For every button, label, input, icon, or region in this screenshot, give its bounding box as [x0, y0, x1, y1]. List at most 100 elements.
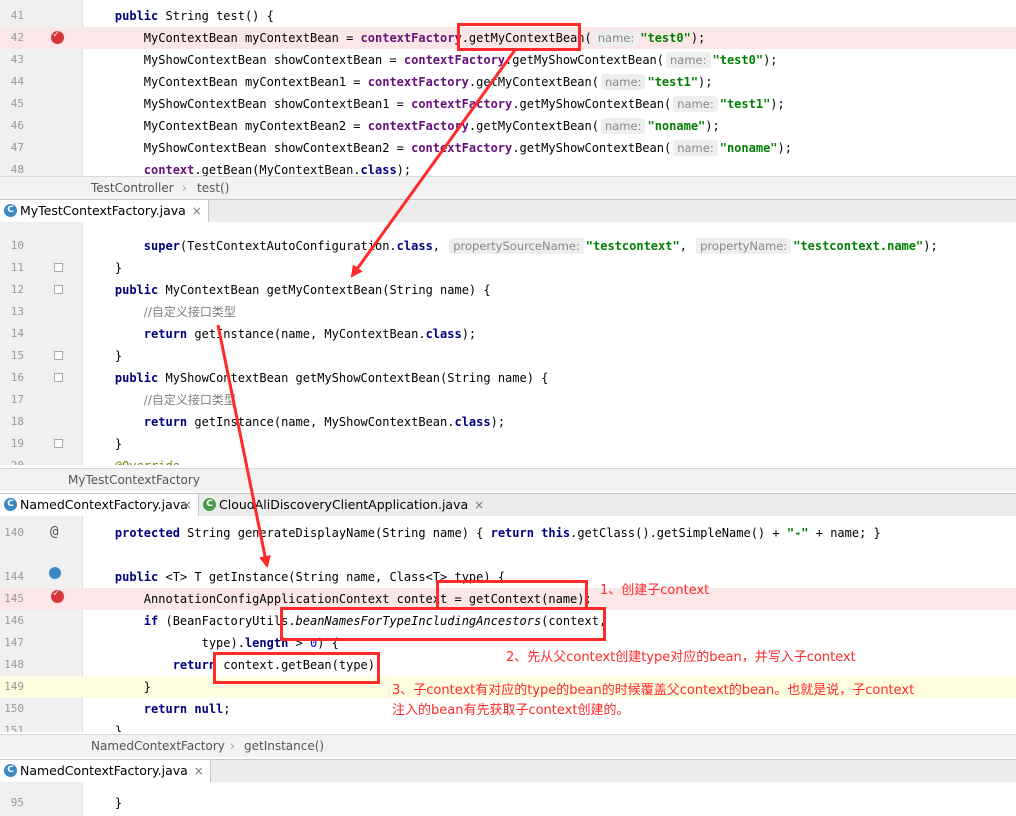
highlight-box-getcontext — [436, 580, 588, 610]
editor-tab-bar: C NamedContextFactory.java × C CloudAliD… — [0, 493, 1016, 517]
code-line[interactable]: 47 MyShowContextBean showContextBean2 = … — [0, 137, 1016, 159]
implementing-method-icon[interactable] — [49, 567, 61, 579]
annotation-step-2: 2、先从父context创建type对应的bean，并写入子context — [506, 650, 856, 665]
code-text: return getInstance(name, MyShowContextBe… — [143, 415, 506, 429]
tab-label: MyTestContextFactory.java — [20, 203, 186, 218]
breadcrumb: MyTestContextFactory — [0, 468, 1016, 491]
breadcrumb-item-method[interactable]: getInstance() — [244, 735, 324, 757]
line-number: 148 — [4, 658, 24, 671]
breadcrumb-item-class[interactable]: NamedContextFactory — [91, 735, 225, 757]
fold-icon[interactable] — [54, 351, 63, 360]
line-number: 151 — [4, 724, 24, 732]
highlight-box-beannames-ancestors — [280, 607, 606, 641]
code-line[interactable]: 20 @Override — [0, 455, 1016, 465]
code-text: //自定义接口类型 — [143, 393, 236, 407]
code-line[interactable]: 15 } — [0, 345, 1016, 367]
code-line[interactable] — [0, 544, 1016, 566]
editor-pane-my-test-context-factory: 10 super(TestContextAutoConfiguration.cl… — [0, 222, 1016, 465]
code-text: } — [86, 437, 123, 451]
code-text: MyContextBean myContextBean2 = contextFa… — [86, 118, 720, 134]
code-line[interactable]: 151 } — [0, 720, 1016, 732]
chevron-right-icon: › — [230, 739, 235, 753]
line-number: 41 — [10, 9, 24, 22]
line-number: 140 — [4, 526, 24, 539]
code-text: MyContextBean myContextBean = contextFac… — [86, 30, 706, 46]
line-number: 47 — [10, 141, 24, 154]
line-number: 15 — [10, 349, 24, 362]
annotation-step-1: 1、创建子context — [600, 583, 710, 598]
code-text: MyShowContextBean showContextBean2 = con… — [86, 140, 792, 156]
line-number: 150 — [4, 702, 24, 715]
tab-named-context-factory[interactable]: C NamedContextFactory.java × — [0, 494, 199, 516]
line-number: 44 — [10, 75, 24, 88]
tab-cloud-ali-discovery-client-application[interactable]: C CloudAliDiscoveryClientApplication.jav… — [199, 494, 490, 516]
highlight-box-getbean — [213, 652, 380, 684]
code-line[interactable]: 18 return getInstance(name, MyShowContex… — [0, 411, 1016, 433]
breadcrumb: TestController › test() — [0, 176, 1016, 199]
override-icon[interactable]: @ — [50, 524, 58, 540]
line-number: 17 — [10, 393, 24, 406]
code-line[interactable]: 10 super(TestContextAutoConfiguration.cl… — [0, 235, 1016, 257]
line-number: 48 — [10, 163, 24, 176]
code-line[interactable]: 12 public MyContextBean getMyContextBean… — [0, 279, 1016, 301]
code-line[interactable]: 14 return getInstance(name, MyContextBea… — [0, 323, 1016, 345]
class-icon: C — [4, 764, 17, 777]
code-line[interactable]: 48 context.getBean(MyContextBean.class); — [0, 159, 1016, 176]
code-text: return getInstance(name, MyContextBean.c… — [143, 327, 477, 341]
line-number: 145 — [4, 592, 24, 605]
breadcrumb-item-class[interactable]: MyTestContextFactory — [68, 469, 200, 491]
code-line[interactable]: 44 MyContextBean myContextBean1 = contex… — [0, 71, 1016, 93]
breadcrumb: NamedContextFactory › getInstance() — [0, 734, 1016, 757]
code-line[interactable]: 45 MyShowContextBean showContextBean1 = … — [0, 93, 1016, 115]
code-text: public String test() { — [114, 9, 274, 23]
close-icon[interactable]: × — [194, 760, 204, 782]
code-line[interactable]: 46 MyContextBean myContextBean2 = contex… — [0, 115, 1016, 137]
code-text: } — [86, 261, 123, 275]
code-text: //自定义接口类型 — [143, 305, 236, 319]
code-line[interactable]: 140 protected String generateDisplayName… — [0, 522, 1016, 544]
line-number: 46 — [10, 119, 24, 132]
highlight-box-getmycontextbean-call — [457, 23, 581, 51]
code-line[interactable]: 11 } — [0, 257, 1016, 279]
code-line[interactable]: 17 //自定义接口类型 — [0, 389, 1016, 411]
tab-label: NamedContextFactory.java — [20, 497, 188, 512]
tab-my-test-context-factory[interactable]: C MyTestContextFactory.java × — [0, 200, 209, 222]
close-icon[interactable]: × — [192, 200, 202, 222]
code-text: super(TestContextAutoConfiguration.class… — [143, 238, 938, 254]
close-icon[interactable]: × — [182, 494, 192, 516]
editor-tab-bar: C MyTestContextFactory.java × — [0, 199, 1016, 223]
code-line[interactable]: 16 public MyShowContextBean getMyShowCon… — [0, 367, 1016, 389]
annotation-step-3: 3、子context有对应的type的bean的时候覆盖父context的bea… — [392, 683, 915, 718]
code-text: return null; — [143, 702, 231, 716]
tab-label: NamedContextFactory.java — [20, 763, 188, 778]
code-text: context.getBean(MyContextBean.class); — [143, 163, 412, 176]
fold-icon[interactable] — [54, 263, 63, 272]
code-text: MyShowContextBean showContextBean = cont… — [86, 52, 778, 68]
tab-named-context-factory-2[interactable]: C NamedContextFactory.java × — [0, 760, 211, 782]
line-number: 149 — [4, 680, 24, 693]
line-number: 10 — [10, 239, 24, 252]
chevron-right-icon: › — [182, 181, 187, 195]
breakpoint-icon[interactable] — [51, 29, 64, 44]
breadcrumb-item-class[interactable]: TestController — [91, 177, 174, 199]
line-number: 42 — [10, 31, 24, 44]
fold-icon[interactable] — [54, 285, 63, 294]
close-icon[interactable]: × — [474, 494, 484, 516]
code-line[interactable]: 95 } — [0, 792, 1016, 814]
line-number: 146 — [4, 614, 24, 627]
code-line[interactable]: 19 } — [0, 433, 1016, 455]
code-text: @Override — [86, 455, 180, 465]
breakpoint-icon[interactable] — [51, 588, 64, 603]
fold-icon[interactable] — [54, 439, 63, 448]
code-line[interactable]: 13 //自定义接口类型 — [0, 301, 1016, 323]
code-line[interactable]: 43 MyShowContextBean showContextBean = c… — [0, 49, 1016, 71]
fold-icon[interactable] — [54, 373, 63, 382]
breadcrumb-item-method[interactable]: test() — [197, 177, 229, 199]
tab-label: CloudAliDiscoveryClientApplication.java — [219, 497, 469, 512]
code-text: } — [86, 349, 123, 363]
code-text: } — [86, 796, 123, 810]
editor-pane-named-context-factory-bottom: 95 } — [0, 782, 1016, 816]
code-text: } — [86, 724, 123, 732]
line-number: 13 — [10, 305, 24, 318]
editor-tab-bar: C NamedContextFactory.java × — [0, 759, 1016, 783]
